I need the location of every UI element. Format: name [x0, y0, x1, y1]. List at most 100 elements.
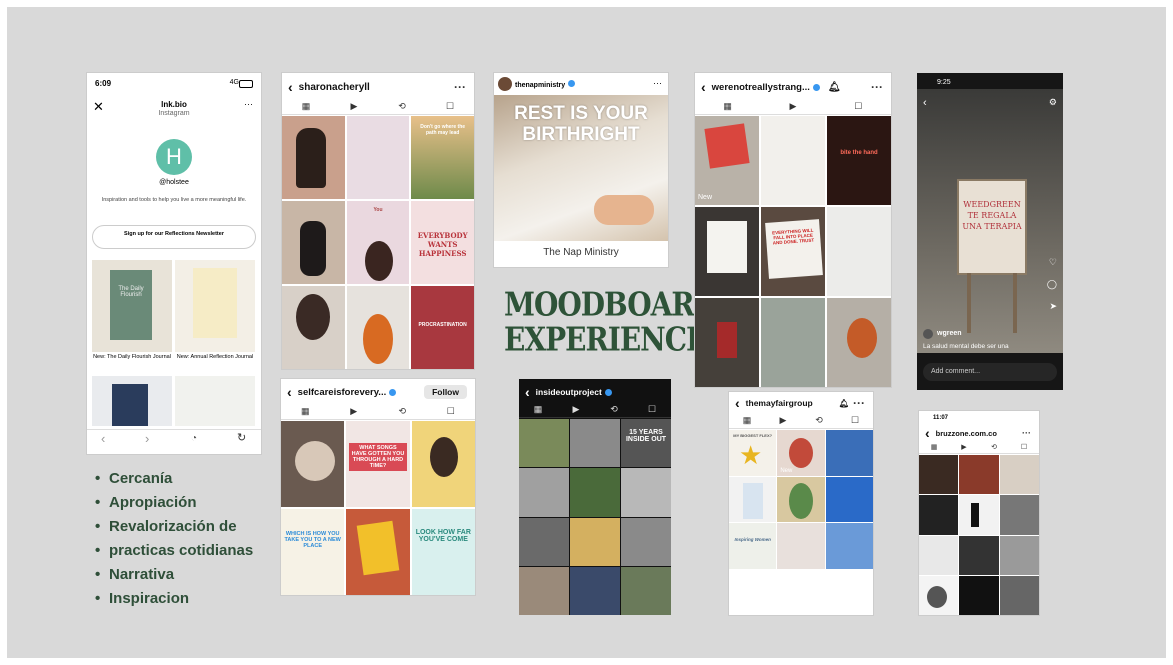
product-label-1[interactable]: New: The Daily Flourish Journal	[92, 354, 172, 360]
post-tile[interactable]	[761, 116, 825, 205]
post-tile[interactable]	[959, 495, 999, 535]
grid-icon[interactable]: ▦	[296, 101, 316, 112]
back-icon[interactable]: ‹	[288, 79, 293, 95]
compass-icon[interactable]: ◔	[191, 433, 197, 444]
post-tile[interactable]	[999, 575, 1039, 615]
repost-icon[interactable]: ⟲	[984, 443, 1004, 451]
post-tile[interactable]	[825, 523, 873, 569]
post-tile[interactable]	[346, 286, 410, 369]
more-icon[interactable]: ···	[853, 396, 865, 410]
comment-input[interactable]: Add comment...	[923, 363, 1057, 381]
post-tile[interactable]	[695, 207, 759, 296]
tagged-icon[interactable]: ☐	[1014, 443, 1034, 451]
post-tile[interactable]: PROCRASTINATION	[411, 286, 474, 369]
tagged-icon[interactable]: ☐	[845, 415, 865, 426]
post-tile[interactable]: EVERYBODY WANTS HAPPINESS	[411, 201, 474, 284]
post-tile[interactable]	[346, 509, 410, 595]
repost-icon[interactable]: ⟲	[392, 101, 412, 112]
post-tile[interactable]	[827, 207, 891, 296]
post-tile[interactable]	[519, 566, 569, 615]
post-tile[interactable]	[959, 575, 999, 615]
post-tile[interactable]	[729, 476, 777, 522]
post-tile[interactable]: Inspiring Women	[729, 523, 777, 569]
post-tile[interactable]: Don't go where the path may lead	[411, 116, 474, 199]
more-icon[interactable]: ···	[871, 80, 883, 94]
more-icon[interactable]: ···	[244, 99, 253, 109]
post-tile[interactable]: You	[346, 201, 410, 284]
more-icon[interactable]: ···	[653, 78, 662, 88]
post-tile[interactable]	[570, 566, 620, 615]
share-icon[interactable]: ➤	[1049, 301, 1057, 312]
post-tile[interactable]	[621, 468, 671, 517]
repost-icon[interactable]: ⟲	[392, 406, 412, 417]
grid-icon[interactable]: ▦	[737, 415, 757, 426]
post-tile[interactable]	[777, 476, 825, 522]
post-tile[interactable]: LOOK HOW FAR YOU'VE COME	[411, 509, 475, 595]
post-tile[interactable]	[621, 566, 671, 615]
post-tile[interactable]	[827, 298, 891, 387]
back-icon[interactable]: ‹	[923, 97, 927, 109]
post-tile[interactable]	[777, 523, 825, 569]
reels-icon[interactable]: ▶	[566, 404, 586, 415]
reels-icon[interactable]: ▶	[954, 443, 974, 451]
post-tile[interactable]	[959, 535, 999, 575]
more-icon[interactable]: ···	[454, 80, 466, 94]
back-icon[interactable]: ‹	[925, 425, 930, 441]
post-tile[interactable]	[919, 575, 959, 615]
more-icon[interactable]: ···	[1022, 428, 1031, 438]
post-tile[interactable]: bite the hand	[827, 116, 891, 205]
post-tile[interactable]: 15 YEARS INSIDE OUT	[621, 419, 671, 468]
post-tile[interactable]	[282, 116, 345, 199]
post-tile[interactable]	[519, 517, 569, 566]
post-tile[interactable]	[919, 455, 959, 495]
reels-icon[interactable]: ▶	[773, 415, 793, 426]
post-tile[interactable]: WHICH IS HOW YOU TAKE YOU TO A NEW PLACE	[281, 509, 345, 595]
post-tile[interactable]	[959, 455, 999, 495]
post-tile[interactable]	[282, 201, 345, 284]
settings-icon[interactable]: ⚙	[1049, 97, 1057, 108]
reels-icon[interactable]: ▶	[783, 101, 803, 112]
grid-icon[interactable]: ▦	[295, 406, 315, 417]
tagged-icon[interactable]: ☐	[441, 406, 461, 417]
post-tile[interactable]	[919, 535, 959, 575]
follow-button[interactable]: Follow	[424, 385, 467, 399]
post-tile[interactable]	[411, 421, 475, 507]
post-tile[interactable]	[519, 419, 569, 468]
reel-account[interactable]: wgreen	[937, 330, 962, 337]
post-image[interactable]: REST IS YOUR BIRTHRIGHT	[494, 95, 668, 241]
product-label-2[interactable]: New: Annual Reflection Journal	[175, 354, 255, 360]
post-tile[interactable]	[621, 517, 671, 566]
reload-icon[interactable]: ↻	[237, 431, 246, 444]
repost-icon[interactable]: ⟲	[809, 415, 829, 426]
post-tile[interactable]: WHAT SONGS HAVE GOTTEN YOU THROUGH A HAR…	[346, 421, 410, 507]
product-image-1[interactable]: The Daily Flourish	[92, 260, 172, 352]
forward-icon[interactable]: ›	[145, 431, 149, 446]
back-icon[interactable]: ‹	[287, 384, 292, 400]
post-tile[interactable]	[999, 495, 1039, 535]
bell-icon[interactable]: 🔔︎	[839, 399, 849, 408]
post-tile[interactable]	[281, 421, 345, 507]
reel-video[interactable]: ‹ ⚙ WEEDGREEN TE REGALA UNA TERAPIA ♡ ◯ …	[917, 89, 1063, 353]
grid-icon[interactable]: ▦	[528, 404, 548, 415]
back-icon[interactable]: ‹	[525, 384, 530, 400]
back-icon[interactable]: ‹	[735, 395, 740, 411]
reels-icon[interactable]: ▶	[344, 406, 364, 417]
repost-icon[interactable]: ⟲	[604, 404, 624, 415]
product-image-2[interactable]	[175, 260, 255, 352]
comment-icon[interactable]: ◯	[1047, 279, 1057, 290]
back-icon[interactable]: ‹	[701, 79, 706, 95]
post-tile[interactable]	[919, 495, 959, 535]
grid-icon[interactable]: ▦	[924, 443, 944, 451]
tagged-icon[interactable]: ☐	[440, 101, 460, 112]
post-tile[interactable]: New	[695, 116, 759, 205]
post-tile[interactable]: MY BIGGEST FLEX? ★	[729, 430, 777, 476]
post-tile[interactable]	[519, 468, 569, 517]
post-tile[interactable]	[346, 116, 410, 199]
post-tile[interactable]	[570, 468, 620, 517]
post-tile[interactable]	[570, 419, 620, 468]
post-tile[interactable]	[825, 476, 873, 522]
back-icon[interactable]: ‹	[101, 431, 105, 446]
post-tile[interactable]	[695, 298, 759, 387]
tagged-icon[interactable]: ☐	[848, 101, 868, 112]
tagged-icon[interactable]: ☐	[642, 404, 662, 415]
